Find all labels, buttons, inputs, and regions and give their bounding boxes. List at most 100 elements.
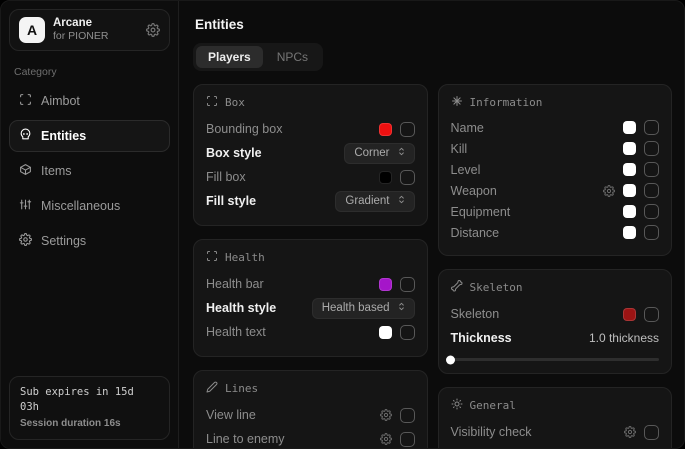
gear-icon[interactable] [380, 409, 392, 421]
left-column: Box Bounding box Box style Corner [193, 84, 428, 448]
app-window: A Arcane for PIONER Category Aimbot Enti… [0, 0, 685, 449]
slider-handle[interactable] [446, 355, 455, 364]
tab-players[interactable]: Players [196, 46, 263, 68]
row-skeleton: Skeleton [451, 302, 660, 326]
setting-label: Health bar [206, 277, 264, 291]
setting-label: Visibility check [451, 425, 532, 439]
health-style-dropdown[interactable]: Health based [312, 298, 415, 319]
card-header: Box [206, 95, 415, 110]
tab-group: Players NPCs [193, 43, 323, 71]
card-header: Skeleton [451, 280, 660, 295]
sidebar-item-label: Aimbot [41, 94, 80, 108]
sidebar-item-aimbot[interactable]: Aimbot [9, 85, 170, 117]
right-column: Information Name Kill [438, 84, 673, 448]
row-bounding-box: Bounding box [206, 117, 415, 141]
checkbox[interactable] [400, 408, 415, 423]
setting-label: Kill [451, 142, 468, 156]
row-controls [623, 307, 659, 322]
package-icon [19, 163, 32, 179]
row-controls [623, 225, 659, 240]
sidebar-item-miscellaneous[interactable]: Miscellaneous [9, 190, 170, 222]
sidebar-item-settings[interactable]: Settings [9, 225, 170, 257]
gear-icon[interactable] [603, 185, 615, 197]
color-swatch[interactable] [623, 121, 636, 134]
box-style-dropdown[interactable]: Corner [344, 143, 414, 164]
setting-label: Level [451, 163, 481, 177]
checkbox[interactable] [400, 170, 415, 185]
card-title: Information [470, 96, 543, 109]
color-swatch[interactable] [379, 123, 392, 136]
brand-text: Arcane for PIONER [53, 16, 108, 44]
color-swatch[interactable] [623, 163, 636, 176]
card-header: Information [451, 95, 660, 110]
card-header: Health [206, 250, 415, 265]
card-title: General [470, 399, 516, 412]
gear-icon[interactable] [146, 23, 160, 37]
row-view-line: View line [206, 403, 415, 427]
thickness-slider[interactable] [451, 358, 660, 361]
setting-label: Weapon [451, 184, 497, 198]
sidebar-nav: Aimbot Entities Items Miscellaneous Sett… [9, 85, 170, 257]
setting-label: Thickness [451, 331, 512, 345]
color-swatch[interactable] [623, 205, 636, 218]
color-swatch[interactable] [379, 326, 392, 339]
row-controls [623, 162, 659, 177]
setting-label: Health style [206, 301, 276, 315]
checkbox[interactable] [400, 122, 415, 137]
row-thickness: Thickness 1.0 thickness [451, 326, 660, 350]
row-visibility-check: Visibility check [451, 420, 660, 444]
card-title: Lines [225, 382, 258, 395]
setting-label: Health text [206, 325, 266, 339]
sub-expiry-text: Sub expires in 15d 03h [20, 385, 159, 417]
checkbox[interactable] [644, 162, 659, 177]
row-level: Level [451, 159, 660, 180]
checkbox[interactable] [644, 183, 659, 198]
setting-label: Skeleton [451, 307, 500, 321]
card-title: Box [225, 96, 245, 109]
setting-label: Fill box [206, 170, 246, 184]
row-controls [379, 170, 415, 185]
color-swatch[interactable] [623, 142, 636, 155]
checkbox[interactable] [644, 204, 659, 219]
row-distance: Distance [451, 222, 660, 243]
skull-icon [19, 128, 32, 144]
gear-icon[interactable] [624, 426, 636, 438]
color-swatch[interactable] [379, 278, 392, 291]
checkbox[interactable] [644, 120, 659, 135]
color-swatch[interactable] [623, 308, 636, 321]
sidebar-item-label: Entities [41, 129, 86, 143]
cards-grid: Box Bounding box Box style Corner [193, 84, 672, 448]
page-title: Entities [195, 17, 672, 32]
color-swatch[interactable] [623, 184, 636, 197]
row-controls [380, 432, 415, 447]
sidebar-item-entities[interactable]: Entities [9, 120, 170, 152]
session-duration-text: Session duration 16s [20, 416, 159, 431]
row-controls [379, 277, 415, 292]
setting-label: View line [206, 408, 256, 422]
checkbox[interactable] [644, 307, 659, 322]
setting-label: Name [451, 121, 484, 135]
row-controls [379, 122, 415, 137]
tab-npcs[interactable]: NPCs [265, 46, 320, 68]
sidebar-item-label: Items [41, 164, 72, 178]
checkbox[interactable] [400, 432, 415, 447]
checkbox[interactable] [644, 425, 659, 440]
gear-icon[interactable] [380, 433, 392, 445]
checkbox[interactable] [644, 225, 659, 240]
main-panel: Entities Players NPCs Box Bounding box [179, 1, 684, 448]
information-card: Information Name Kill [438, 84, 673, 256]
gear-icon [19, 233, 32, 249]
color-swatch[interactable] [623, 226, 636, 239]
setting-label: Bounding box [206, 122, 282, 136]
checkbox[interactable] [400, 325, 415, 340]
checkbox[interactable] [400, 277, 415, 292]
row-line-to-enemy: Line to enemy [206, 427, 415, 448]
color-swatch[interactable] [379, 171, 392, 184]
dropdown-value: Health based [322, 302, 390, 314]
pencil-icon [206, 381, 218, 396]
fill-style-dropdown[interactable]: Gradient [335, 191, 414, 212]
brand-card: A Arcane for PIONER [9, 9, 170, 51]
sidebar-item-items[interactable]: Items [9, 155, 170, 187]
app-name: Arcane [53, 16, 108, 30]
checkbox[interactable] [644, 141, 659, 156]
